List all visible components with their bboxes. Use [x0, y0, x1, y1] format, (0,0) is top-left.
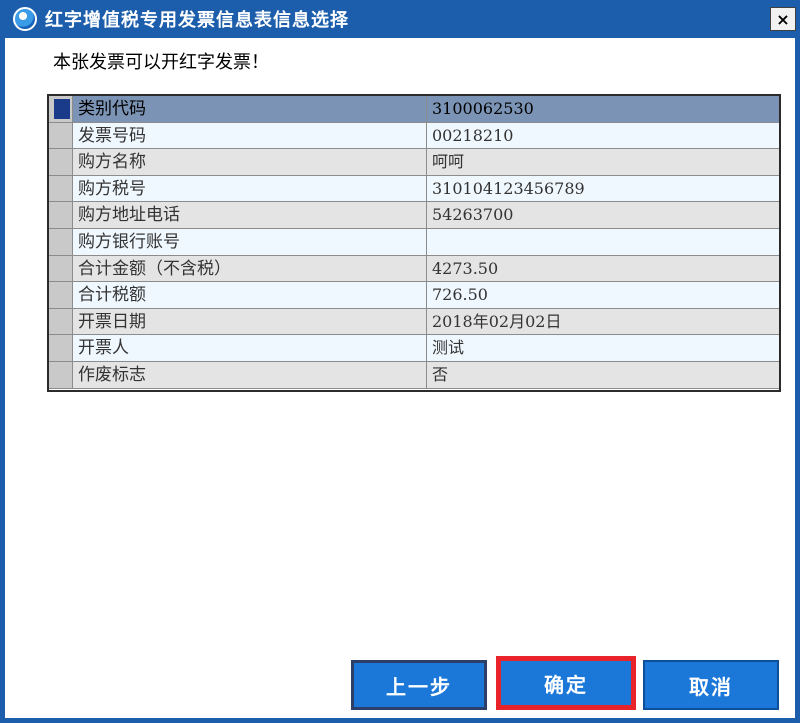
row-value: 3100062530	[432, 99, 534, 118]
invoice-info-grid: 类别代码 3100062530 发票号码 00218210 购方名称 呵呵 购方…	[47, 94, 781, 392]
row-label: 作废标志	[73, 362, 427, 388]
row-label: 合计税额	[73, 282, 427, 308]
row-label: 发票号码	[73, 122, 427, 149]
grid-row-total-amount[interactable]: 合计金额（不含税） 4273.50	[49, 255, 779, 283]
row-value: 54263700	[432, 205, 514, 225]
row-indicator	[49, 96, 73, 122]
row-value: 726.50	[432, 285, 488, 305]
dialog-window: 红字增值税专用发票信息表信息选择 × 本张发票可以开红字发票！ 类别代码 310…	[0, 0, 800, 723]
row-indicator	[49, 255, 73, 282]
row-indicator	[49, 229, 73, 255]
cancel-button[interactable]: 取消	[643, 660, 779, 710]
row-indicator	[49, 335, 73, 361]
row-indicator	[49, 308, 73, 335]
grid-row-category-code[interactable]: 类别代码 3100062530	[49, 96, 779, 123]
row-value: 2018年02月02日	[432, 311, 562, 331]
window-title: 红字增值税专用发票信息表信息选择	[45, 10, 349, 31]
grid-row-issuer[interactable]: 开票人 测试	[49, 335, 779, 362]
row-indicator	[49, 282, 73, 308]
grid-row-total-tax[interactable]: 合计税额 726.50	[49, 282, 779, 309]
row-indicator	[49, 149, 73, 175]
grid-row-buyer-address-phone[interactable]: 购方地址电话 54263700	[49, 202, 779, 229]
grid-row-buyer-bank-account[interactable]: 购方银行账号	[49, 229, 779, 256]
row-label: 购方税号	[73, 175, 427, 202]
row-value	[427, 229, 779, 255]
row-indicator	[49, 202, 73, 228]
row-label: 开票日期	[73, 308, 427, 335]
close-button[interactable]: ×	[770, 7, 796, 31]
row-indicator	[49, 122, 73, 149]
grid-row-void-flag[interactable]: 作废标志 否	[49, 362, 779, 389]
row-label: 购方名称	[73, 149, 427, 175]
previous-step-button[interactable]: 上一步	[351, 660, 487, 710]
row-value: 4273.50	[432, 258, 499, 278]
row-label: 购方地址电话	[73, 202, 427, 228]
row-value: 310104123456789	[432, 178, 585, 198]
row-label: 开票人	[73, 335, 427, 361]
grid-row-buyer-tax-id[interactable]: 购方税号 310104123456789	[49, 175, 779, 203]
grid-row-invoice-date[interactable]: 开票日期 2018年02月02日	[49, 308, 779, 336]
row-indicator	[49, 175, 73, 202]
grid-row-invoice-number[interactable]: 发票号码 00218210	[49, 122, 779, 150]
status-message: 本张发票可以开红字发票！	[53, 52, 269, 73]
row-value: 呵呵	[432, 152, 465, 172]
confirm-button[interactable]: 确定	[496, 656, 636, 710]
row-label: 类别代码	[73, 96, 427, 122]
row-value: 测试	[432, 338, 465, 358]
app-logo-icon	[13, 7, 37, 31]
grid-row-buyer-name[interactable]: 购方名称 呵呵	[49, 149, 779, 176]
title-bar: 红字增值税专用发票信息表信息选择 ×	[5, 0, 800, 38]
row-value: 否	[432, 365, 449, 384]
row-label: 购方银行账号	[73, 229, 427, 255]
close-icon: ×	[776, 9, 790, 29]
row-indicator	[49, 362, 73, 388]
row-label: 合计金额（不含税）	[73, 255, 427, 282]
row-value: 00218210	[432, 125, 514, 145]
